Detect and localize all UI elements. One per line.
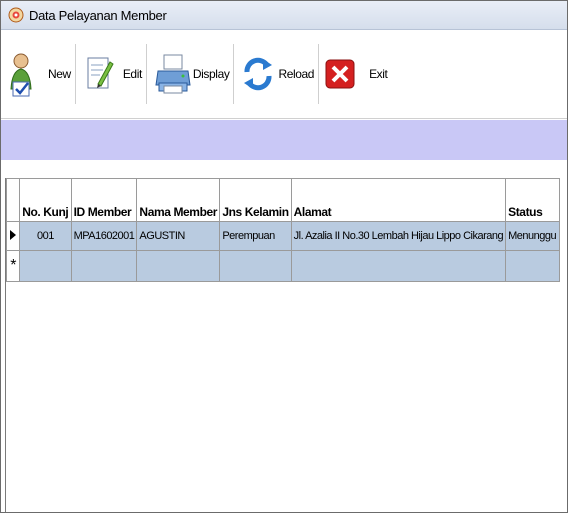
cell-nama-member[interactable]: AGUSTIN (136, 221, 221, 251)
column-header-no-kunj[interactable]: No. Kunj (19, 178, 72, 222)
column-header-alamat[interactable]: Alamat (290, 178, 507, 222)
cell-no-kunj[interactable]: 001 (19, 221, 72, 251)
column-header-status[interactable]: Status (505, 178, 560, 222)
exit-button-label: Exit (369, 67, 388, 81)
new-cell[interactable] (70, 250, 138, 282)
new-cell[interactable] (505, 250, 560, 282)
column-header-id-member[interactable]: ID Member (70, 178, 138, 222)
printer-icon (155, 54, 191, 94)
title-bar: Data Pelayanan Member (1, 1, 567, 30)
exit-button[interactable]: Exit (319, 44, 391, 104)
cell-jns-kelamin[interactable]: Perempuan (219, 221, 292, 251)
edit-button-label: Edit (122, 67, 142, 81)
reload-button-label: Reload (278, 67, 315, 81)
new-member-icon (10, 53, 32, 97)
cell-alamat[interactable]: Jl. Azalia II No.30 Lembah Hijau Lippo C… (290, 221, 507, 251)
exit-icon (325, 59, 355, 89)
display-button-label: Display (192, 67, 230, 81)
main-window: Data Pelayanan Member New Edit Display R… (0, 0, 568, 513)
new-cell[interactable] (136, 250, 221, 282)
new-button[interactable]: New (1, 44, 76, 104)
new-button-label: New (48, 67, 71, 81)
new-row[interactable]: * (5, 250, 560, 282)
display-button[interactable]: Display (147, 44, 235, 104)
cell-id-member[interactable]: MPA1602001 (70, 221, 138, 251)
row-selector[interactable] (5, 221, 21, 251)
edit-button[interactable]: Edit (76, 44, 147, 104)
grid-table: No. Kunj ID Member Nama Member Jns Kelam… (5, 178, 560, 282)
grid-header-row: No. Kunj ID Member Nama Member Jns Kelam… (5, 178, 560, 222)
reload-button[interactable]: Reload (234, 44, 320, 104)
new-cell[interactable] (19, 250, 72, 282)
app-icon (8, 7, 24, 23)
column-header-nama-member[interactable]: Nama Member (136, 178, 221, 222)
window-title: Data Pelayanan Member (29, 7, 167, 23)
current-row-arrow-icon (10, 229, 17, 240)
cell-status[interactable]: Menunggu (505, 221, 560, 251)
row-header-corner (5, 178, 21, 222)
new-cell[interactable] (219, 250, 292, 282)
table-row[interactable]: 001 MPA1602001 AGUSTIN Perempuan Jl. Aza… (5, 221, 560, 251)
data-grid[interactable]: No. Kunj ID Member Nama Member Jns Kelam… (5, 178, 560, 512)
new-cell[interactable] (290, 250, 507, 282)
column-header-jns-kelamin[interactable]: Jns Kelamin (219, 178, 292, 222)
edit-icon (87, 57, 114, 89)
header-band (1, 120, 567, 160)
new-row-marker: * (5, 250, 21, 282)
reload-icon (244, 57, 273, 91)
toolbar: New Edit Display Reload Exit (1, 30, 567, 119)
